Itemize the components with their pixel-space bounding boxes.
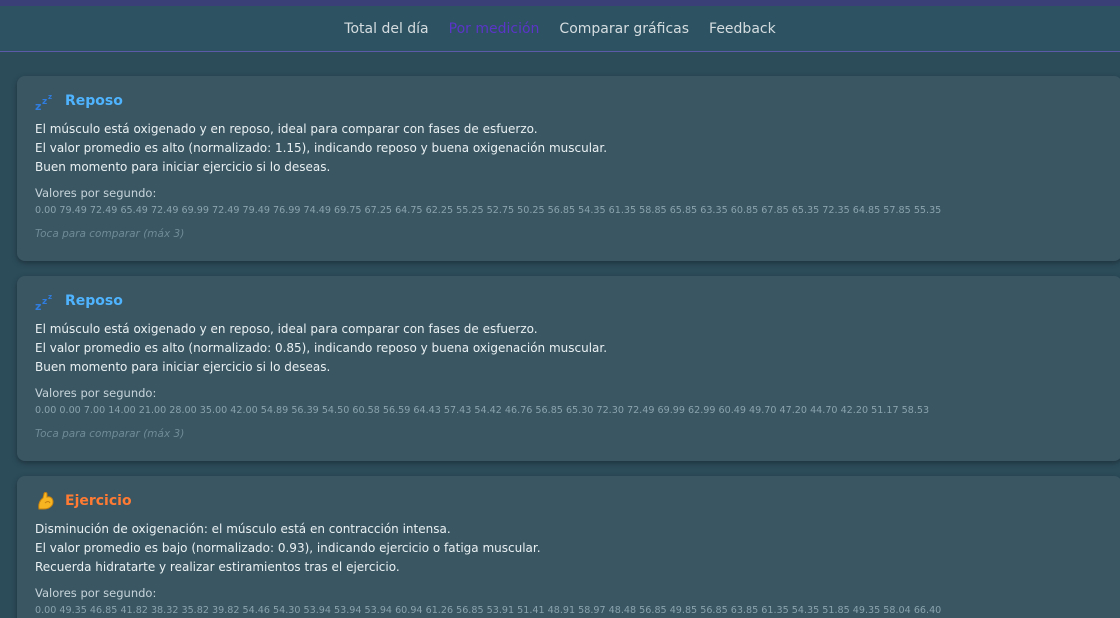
measurement-card[interactable]: Ejercicio Disminución de oxigenación: el…: [17, 476, 1120, 618]
values-label: Valores por segundo:: [35, 186, 157, 200]
tab-total-del-dia[interactable]: Total del día: [344, 21, 428, 37]
top-navigation: Total del día Por medición Comparar gráf…: [0, 6, 1120, 52]
card-description-line: El valor promedio es bajo (normalizado: …: [35, 541, 541, 555]
card-description-line: Disminución de oxigenación: el músculo e…: [35, 522, 451, 536]
card-description-line: El músculo está oxigenado y en reposo, i…: [35, 322, 538, 336]
svg-text:z: z: [35, 100, 41, 112]
sleep-zzz-icon: z z z: [35, 90, 57, 113]
measurements-list: z z z Reposo El músculo está oxigenado y…: [0, 52, 1120, 618]
svg-text:z: z: [42, 297, 47, 307]
flexed-biceps-icon: [35, 490, 57, 512]
card-description-line: Buen momento para iniciar ejercicio si l…: [35, 360, 331, 374]
tab-feedback[interactable]: Feedback: [709, 21, 776, 37]
card-title: Ejercicio: [65, 493, 132, 509]
card-description-line: El valor promedio es alto (normalizado: …: [35, 141, 608, 155]
sleep-zzz-icon: z z z: [35, 290, 57, 313]
card-description-line: El músculo está oxigenado y en reposo, i…: [35, 122, 538, 136]
card-title: Reposo: [65, 293, 123, 309]
tab-comparar-graficas[interactable]: Comparar gráficas: [559, 21, 689, 37]
compare-hint: Toca para comparar (máx 3): [35, 228, 185, 240]
card-header: z z z Reposo: [35, 90, 1108, 113]
card-header: Ejercicio: [35, 490, 1108, 512]
svg-text:z: z: [35, 300, 41, 312]
card-description-line: El valor promedio es alto (normalizado: …: [35, 341, 608, 355]
card-title: Reposo: [65, 93, 123, 109]
values-per-second: 0.00 0.00 7.00 14.00 21.00 28.00 35.00 4…: [35, 405, 930, 416]
tab-por-medicion[interactable]: Por medición: [449, 21, 540, 37]
values-label: Valores por segundo:: [35, 586, 157, 600]
svg-text:z: z: [42, 97, 47, 107]
card-description-line: Recuerda hidratarte y realizar estiramie…: [35, 560, 400, 574]
values-per-second: 0.00 49.35 46.85 41.82 38.32 35.82 39.82…: [35, 605, 942, 616]
measurement-card[interactable]: z z z Reposo El músculo está oxigenado y…: [17, 276, 1120, 461]
values-label: Valores por segundo:: [35, 386, 157, 400]
card-header: z z z Reposo: [35, 290, 1108, 313]
svg-text:z: z: [48, 93, 52, 101]
values-per-second: 0.00 79.49 72.49 65.49 72.49 69.99 72.49…: [35, 205, 942, 216]
card-description-line: Buen momento para iniciar ejercicio si l…: [35, 160, 331, 174]
measurement-card[interactable]: z z z Reposo El músculo está oxigenado y…: [17, 76, 1120, 261]
svg-text:z: z: [48, 293, 52, 301]
compare-hint: Toca para comparar (máx 3): [35, 428, 185, 440]
